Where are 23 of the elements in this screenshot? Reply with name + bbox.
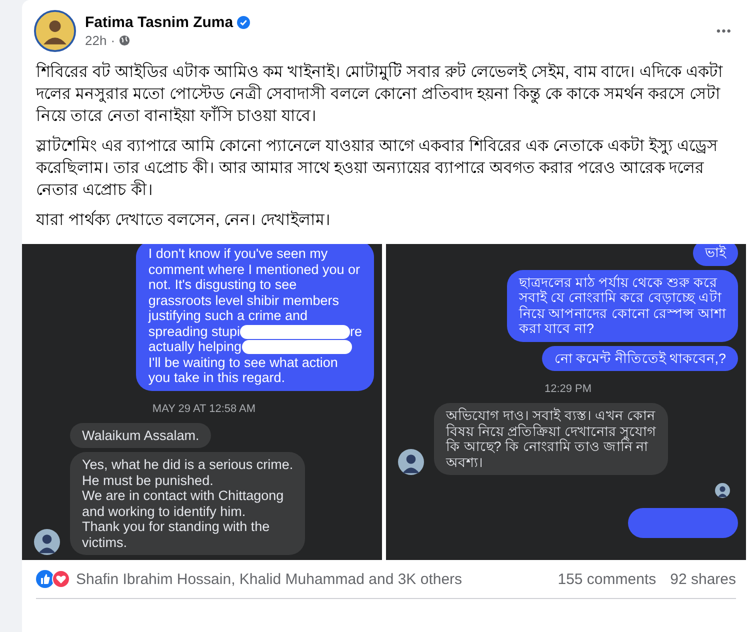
sent-message: I don't know if you've seen my comment where I mentioned you or not. It's disgusting to see grassroots level shibir members justifying such a crime and spreading stupi re actually helping I'll be waiting to see what action you take in this regard. <box>136 244 374 390</box>
separator-dot: · <box>110 33 116 48</box>
received-message: Walaikum Assalam. <box>70 422 212 448</box>
received-message: Yes, what he did is a serious crime. He must be punished. We are in contact with Chittagong and working to identify him. Thank you for standing with the victims. <box>70 452 306 555</box>
more-options-button[interactable]: ••• <box>712 20 736 42</box>
received-message: অভিযোগ দাও। সবাই ব্যস্ত। এখন কোন বিষয় নিয়ে প্রতিক্রিয়া দেখানোর সুযোগ কি আছে? কি নোংরামি তাও জানি না অবশ্য। <box>434 403 668 475</box>
reactions-summary[interactable]: Shafin Ibrahim Hossain, Khalid Muhammad and 3K others <box>76 570 544 588</box>
chat-timestamp: MAY 29 AT 12:58 AM <box>151 402 257 414</box>
author-name[interactable]: Fatima Tasnim Zuma <box>85 14 234 31</box>
like-icon[interactable] <box>36 570 54 588</box>
sent-message: নো কমেন্ট নীতিতেই থাকবেন,? <box>542 346 738 371</box>
avatar-icon[interactable] <box>34 10 76 52</box>
sent-message: ভাই <box>693 244 738 266</box>
sent-message: ছাত্রদলের মাঠ পর্যায় থেকে শুরু করে সবাই যে নোংরামি করে বেড়াচ্ছে এটা নিয়ে আপনাদের কোনো রেস্পন্স আশা করা যাবে না? <box>506 270 738 342</box>
globe-icon <box>119 35 130 46</box>
post-text: যারা পার্থক্য দেখাতে বলসেন, নেন। দেখাইলাম। <box>34 210 332 231</box>
chat-timestamp: 12:29 PM <box>543 383 593 395</box>
post-text: স্লাটশেমিং এর ব্যাপারে আমি কোনো প্যানেলে যাওয়ার আগে একবার শিবিরের এক নেতাকে একটা ইস্যু এড্রেস করেছিলাম। তার এপ্রোচ কী। আর আমার সাথে হওয়া অন্যায়ের ব্যাপারে অবগত করার পরেও আরেক দলের নেতার এপ্রোচ কী। <box>22 136 750 202</box>
post-text: শিবিরের বট আইডির এটাক আমিও কম খাইনাই। মোটামুটি সবার রুট লেভেলই সেইম, বাম বাদে। এদিকে একটা দলের মনসুরার মতো পোস্টেড নেত্রী সেবাদাসী বললে কোনো প্রতিবাদ হয়না কিন্তু কে কাকে সমর্থন করসে সেটা নিয়ে তারে নেতা বানাইয়া ফাঁসি চাওয়া যাবে। <box>22 62 750 128</box>
seen-avatar-icon <box>715 483 730 498</box>
post-time[interactable]: 22h <box>85 33 107 48</box>
comments-count[interactable]: 155 comments <box>558 570 656 588</box>
shares-count[interactable]: 92 shares <box>670 570 736 588</box>
